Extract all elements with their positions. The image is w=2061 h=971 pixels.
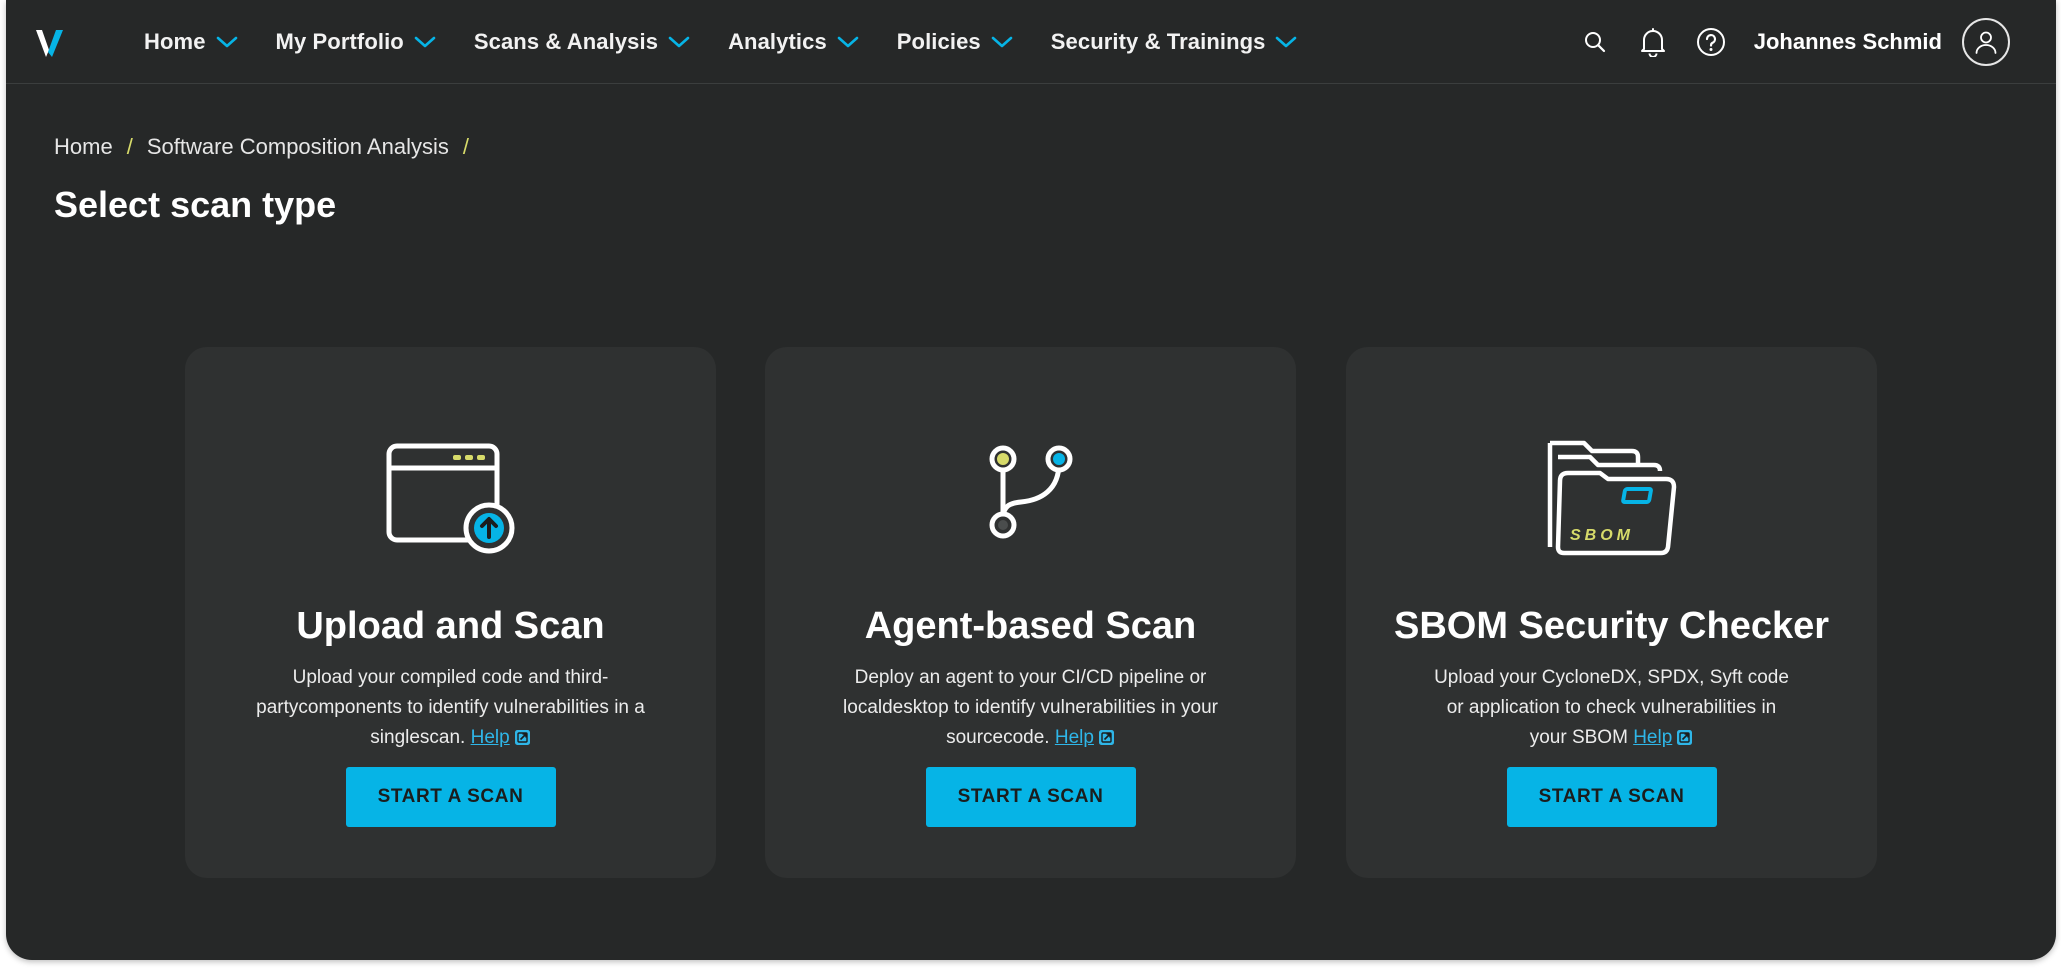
nav-item-policies[interactable]: Policies (897, 29, 1013, 55)
nav-item-my-portfolio[interactable]: My Portfolio (276, 29, 436, 55)
help-link[interactable]: Help (471, 727, 510, 748)
nav-label: Home (144, 29, 206, 54)
card-title: SBOM Security Checker (1393, 605, 1830, 647)
main-nav: Home My Portfolio Scans & Analysis Analy… (144, 0, 1335, 84)
top-navigation-bar: Home My Portfolio Scans & Analysis Analy… (6, 0, 2056, 84)
card-description: Upload your compiled code and third- par… (241, 663, 661, 753)
card-sbom-security-checker: SBOM SBOM Security Checker Upload your C… (1346, 347, 1877, 878)
chevron-down-icon (668, 36, 690, 48)
card-desc-line: your SBOM (1529, 727, 1628, 748)
card-desc-line: or application to check vulnerabilities … (1446, 697, 1777, 718)
browser-upload-icon (386, 443, 514, 554)
header-tools: Johannes Schmid (1552, 0, 2010, 84)
card-title: Upload and Scan (296, 605, 605, 647)
card-description: Deploy an agent to your CI/CD pipeline o… (821, 663, 1241, 753)
card-description: Upload your CycloneDX, SPDX, Syft code o… (1402, 663, 1822, 753)
help-link[interactable]: Help (1633, 727, 1672, 748)
notifications-button[interactable] (1638, 27, 1668, 57)
nav-label: Policies (896, 29, 981, 54)
search-icon (1584, 32, 1605, 53)
start-scan-button[interactable]: START A SCAN (925, 767, 1136, 827)
user-name[interactable]: Johannes Schmid (1754, 29, 1942, 55)
start-scan-button[interactable]: START A SCAN (345, 767, 556, 827)
chevron-down-icon (1276, 36, 1297, 48)
card-desc-line: singlescan. (370, 727, 466, 748)
nav-label: Scans & Analysis (473, 29, 659, 54)
nav-item-analytics[interactable]: Analytics (728, 29, 859, 55)
external-link-icon[interactable] (1098, 729, 1115, 746)
card-upload-and-scan: Upload and Scan Upload your compiled cod… (185, 347, 716, 878)
help-link[interactable]: Help (1055, 727, 1094, 748)
nav-item-home[interactable]: Home (144, 29, 238, 55)
app-window: Home My Portfolio Scans & Analysis Analy… (6, 0, 2056, 960)
card-desc-line: localdesktop to identify vulnerabilities… (843, 697, 1218, 718)
chevron-down-icon (991, 36, 1013, 48)
chevron-down-icon (837, 36, 859, 48)
breadcrumb-sca[interactable]: Software Composition Analysis (147, 134, 449, 160)
sbom-folder-icon: SBOM (1547, 440, 1676, 556)
breadcrumb: Home / Software Composition Analysis / (54, 134, 483, 160)
nav-item-scans-analysis[interactable]: Scans & Analysis (474, 29, 690, 55)
page-title: Select scan type (54, 184, 337, 225)
help-icon (1696, 28, 1725, 56)
git-branch-icon (989, 445, 1072, 539)
card-desc-line: Upload your compiled code and third- (292, 667, 609, 688)
avatar[interactable] (1962, 18, 2010, 66)
start-scan-button[interactable]: START A SCAN (1506, 767, 1717, 827)
breadcrumb-home[interactable]: Home (54, 134, 113, 160)
nav-label: My Portfolio (275, 29, 404, 54)
nav-label: Security & Trainings (1050, 29, 1266, 54)
bell-icon (1640, 28, 1665, 57)
help-button[interactable] (1696, 27, 1726, 57)
breadcrumb-separator: / (126, 134, 133, 159)
chevron-down-icon (414, 36, 436, 48)
breadcrumb-separator: / (462, 134, 469, 159)
user-avatar-icon (1975, 31, 1997, 54)
sbom-label: SBOM (1570, 527, 1634, 544)
card-agent-based-scan: Agent-based Scan Deploy an agent to your… (765, 347, 1296, 878)
external-link-icon[interactable] (1676, 729, 1693, 746)
search-button[interactable] (1580, 27, 1610, 57)
chevron-down-icon (216, 36, 237, 48)
nav-label: Analytics (728, 29, 827, 54)
card-desc-line: partycomponents to identify vulnerabilit… (256, 697, 645, 718)
card-title: Agent-based Scan (864, 605, 1197, 647)
card-desc-line: Upload your CycloneDX, SPDX, Syft code (1434, 667, 1789, 688)
nav-item-security-trainings[interactable]: Security & Trainings (1051, 29, 1298, 55)
card-desc-line: Deploy an agent to your CI/CD pipeline o… (854, 667, 1207, 688)
card-desc-line: sourcecode. (946, 727, 1050, 748)
brand-logo-icon[interactable] (36, 26, 66, 58)
external-link-icon[interactable] (514, 729, 531, 746)
